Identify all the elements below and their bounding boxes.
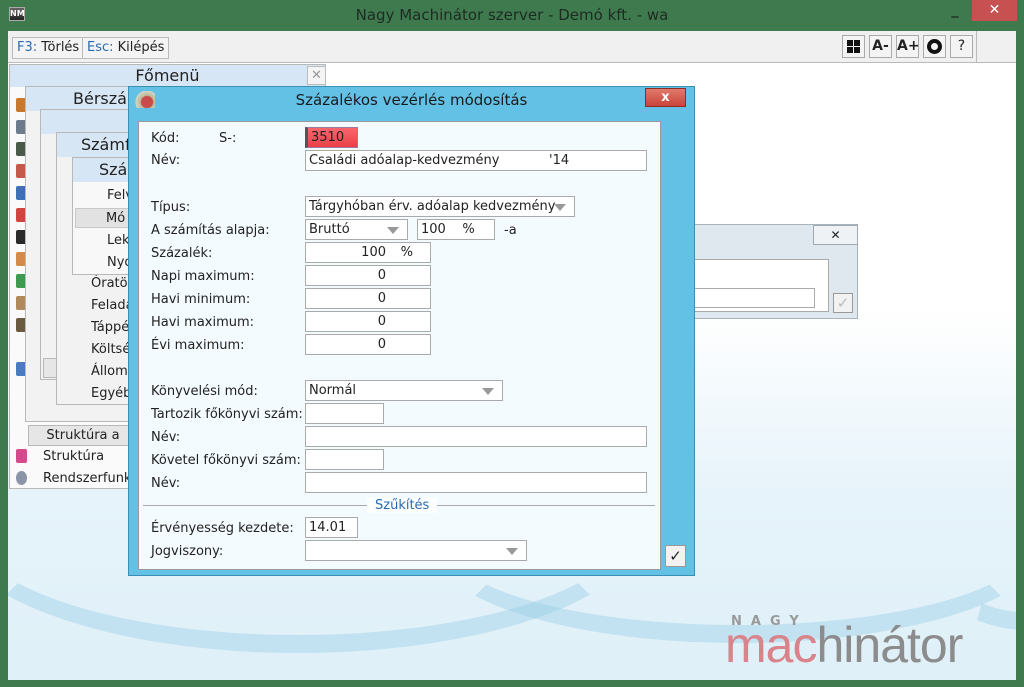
background-dialog-close-button[interactable]: ✕ <box>813 225 858 245</box>
font-larger-button[interactable]: A+ <box>896 35 920 58</box>
code-label: Kód: <box>151 131 180 146</box>
validity-start-label: Érvényesség kezdete: <box>151 521 294 536</box>
employment-label: Jogviszony: <box>151 544 224 559</box>
credit-account-label: Követel főkönyvi szám: <box>151 453 301 468</box>
name-label: Név: <box>151 153 181 168</box>
logo-text-b: hinátor <box>816 617 963 673</box>
background-dialog-input[interactable] <box>691 288 815 308</box>
menu-item-system-functions[interactable]: Rendszerfunko <box>43 471 139 486</box>
menu-item[interactable]: Egyéb <box>91 386 131 401</box>
font-smaller-button[interactable]: A- <box>869 35 892 58</box>
menu-item[interactable]: Óratö <box>91 276 128 291</box>
base-suffix: -a <box>504 223 517 238</box>
exit-key: Esc: <box>87 40 114 55</box>
employment-select[interactable] <box>305 540 527 561</box>
exit-label: Kilépés <box>117 40 165 55</box>
minimize-button[interactable]: _ <box>942 2 968 23</box>
percent-title: Száz <box>73 158 135 182</box>
menu-item[interactable]: Táppé <box>91 320 129 335</box>
sub-panel-title <box>41 110 134 134</box>
menu-item-label: Mó <box>106 211 126 226</box>
monthly-min-input[interactable]: 0 <box>305 288 431 309</box>
payroll-title: Bérszán <box>26 87 134 111</box>
delete-button[interactable]: F3: Törlés <box>12 37 85 59</box>
type-label: Típus: <box>151 200 191 215</box>
debit-name-input[interactable] <box>305 426 647 447</box>
dialog-title: Százalékos vezérlés módosítás <box>295 91 528 109</box>
name-input[interactable]: Családi adóalap-kedvezmény '14 <box>305 150 647 171</box>
percent-value: 100 <box>361 245 386 260</box>
structure-icon <box>16 449 27 463</box>
background-dialog-ok-button[interactable]: ✓ <box>833 293 853 313</box>
brand-logo: machinátor <box>725 616 963 674</box>
title-bar: NM Nagy Machinátor szerver - Demó kft. -… <box>0 0 1024 31</box>
credit-account-input[interactable] <box>305 449 384 470</box>
code-input[interactable]: 3510 <box>305 127 358 148</box>
help-button[interactable]: ? <box>950 35 973 58</box>
gears-icon <box>16 471 27 485</box>
base-select[interactable]: Bruttó <box>305 219 408 240</box>
close-button[interactable]: ✕ <box>972 0 1017 21</box>
dialog-close-button[interactable]: x <box>645 88 686 107</box>
grid-icon <box>847 40 860 53</box>
window-title: Nagy Machinátor szerver - Demó kft. - wa <box>355 6 669 24</box>
menu-item[interactable]: Költsé <box>91 342 130 357</box>
yearly-max-input[interactable]: 0 <box>305 334 431 355</box>
base-label: A számítás alapja: <box>151 223 270 238</box>
menu-item-structure[interactable]: Struktúra <box>43 449 104 464</box>
structure-button[interactable]: Struktúra a <box>28 425 138 446</box>
percent-unit: % <box>400 245 413 260</box>
daily-max-input[interactable]: 0 <box>305 265 431 286</box>
booking-mode-label: Könyvelési mód: <box>151 384 258 399</box>
monthly-min-label: Havi minimum: <box>151 292 251 307</box>
layout-grid-button[interactable] <box>842 35 865 58</box>
type-select[interactable]: Tárgyhóban érv. adóalap kedvezmény <box>305 196 575 217</box>
booking-mode-select[interactable]: Normál <box>305 380 503 401</box>
main-menu-close-button[interactable]: ✕ <box>307 66 326 85</box>
base-percent-input[interactable]: 100 % <box>417 219 495 240</box>
exit-button[interactable]: Esc: Kilépés <box>82 37 170 59</box>
monthly-max-input[interactable]: 0 <box>305 311 431 332</box>
delete-label: Törlés <box>41 40 80 55</box>
menu-item[interactable]: Lek <box>107 233 130 248</box>
logo-text-a: mac <box>725 617 817 673</box>
daily-max-label: Napi maximum: <box>151 269 255 284</box>
toolbar-end <box>976 31 1016 63</box>
yearly-max-label: Évi maximum: <box>151 338 245 353</box>
code-prefix: S-: <box>219 131 237 146</box>
debit-account-input[interactable] <box>305 403 384 424</box>
power-button[interactable] <box>923 35 946 58</box>
toolbar: F3: Törlés Esc: Kilépés <box>8 31 976 63</box>
monthly-max-label: Havi maximum: <box>151 315 255 330</box>
power-icon <box>927 39 942 54</box>
percent-control-edit-dialog: Százalékos vezérlés módosítás x Kód: S-:… <box>128 86 695 576</box>
credit-name-label: Név: <box>151 476 181 491</box>
background-dialog: ✕ ✓ <box>690 224 858 319</box>
dialog-form: Kód: S-: 3510 Név: Családi adóalap-kedve… <box>138 121 661 570</box>
ok-button[interactable]: ✓ <box>665 545 686 567</box>
validity-start-input[interactable]: 14.01 <box>305 517 358 538</box>
debit-name-label: Név: <box>151 430 181 445</box>
percent-panel: Száz Felv Mó Lek Nyo <box>72 157 137 275</box>
percent-input[interactable]: 100% <box>305 242 431 263</box>
main-menu-title: Főmenü <box>10 65 325 87</box>
accounting-title: Számf <box>57 133 135 157</box>
debit-account-label: Tartozik főkönyvi szám: <box>151 407 303 422</box>
percent-label: Százalék: <box>151 246 213 261</box>
credit-name-input[interactable] <box>305 472 647 493</box>
delete-key: F3: <box>17 40 38 55</box>
section-title: Szűkítés <box>367 498 438 513</box>
